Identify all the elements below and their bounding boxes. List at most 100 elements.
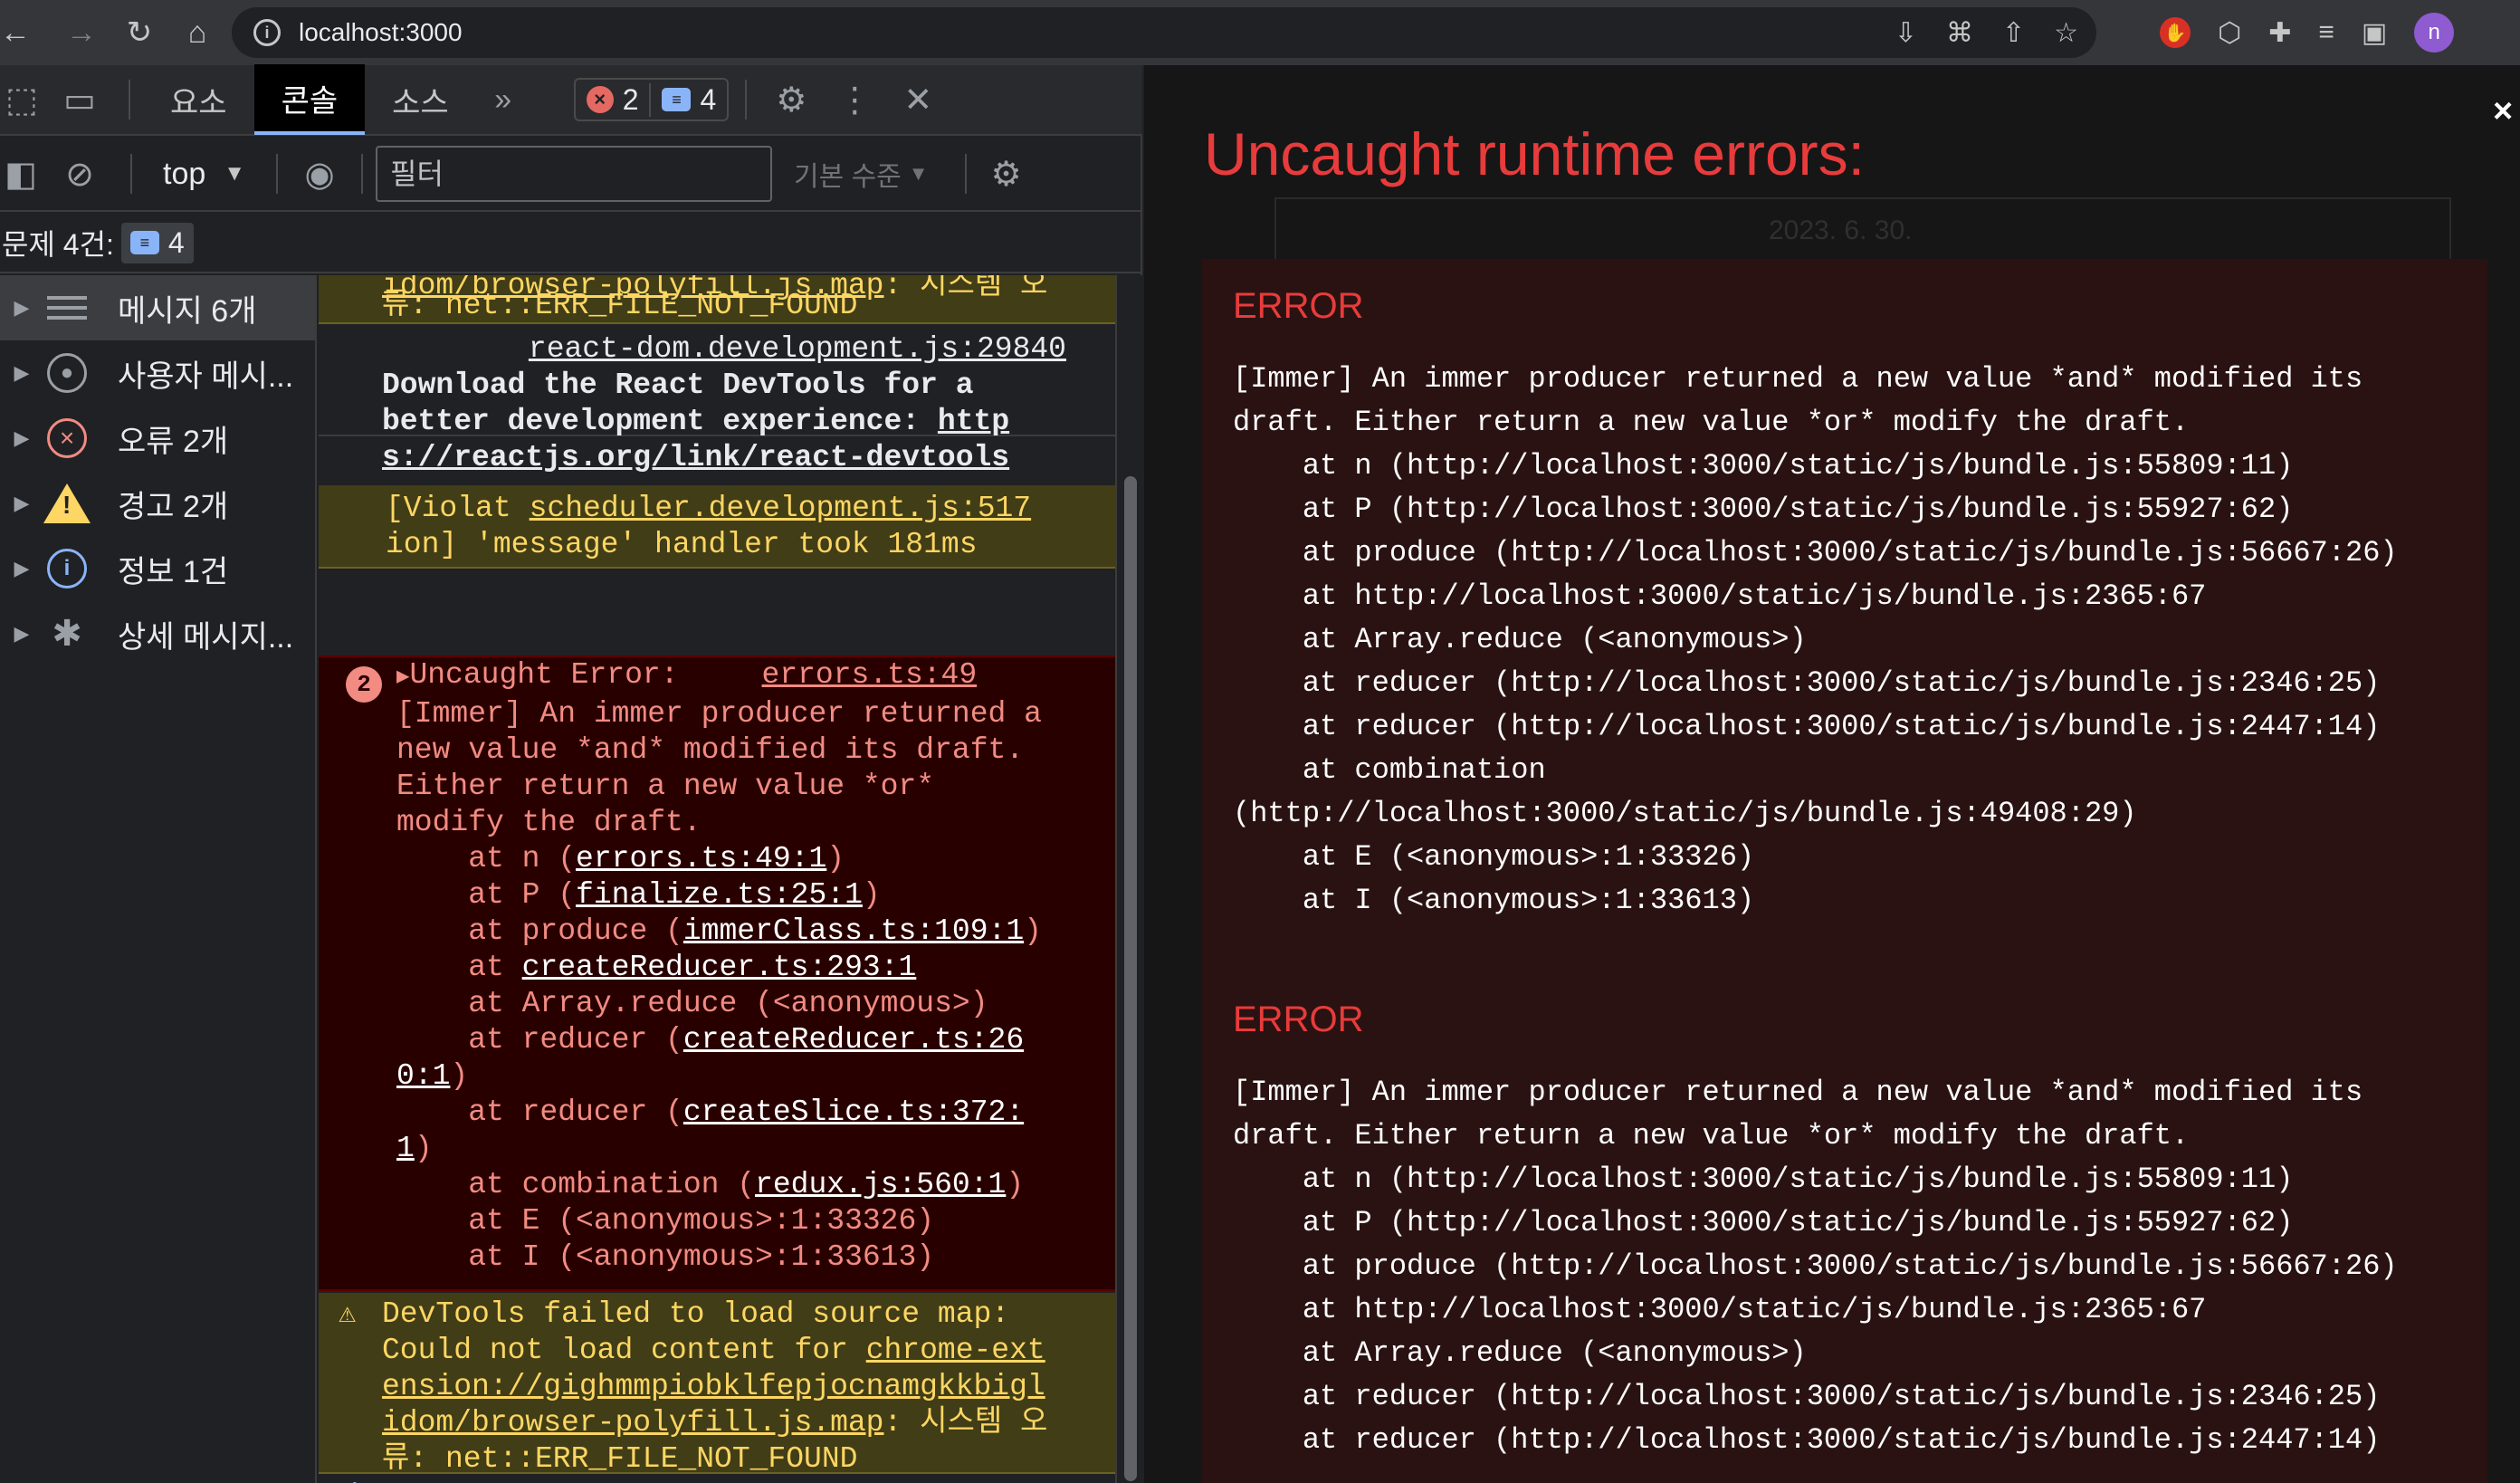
stack-source-link[interactable]: createReducer.ts:293:1 <box>522 951 917 984</box>
url-text[interactable]: localhost:3000 <box>299 18 463 47</box>
inspect-element-icon[interactable]: ⬚ <box>0 80 43 120</box>
extensions-puzzle-icon[interactable]: ✚ <box>2268 17 2291 49</box>
sidebar-item-label: 메시지 6개 <box>118 293 257 329</box>
error-message: [Immer] An immer producer returned a new… <box>1233 1076 2398 1457</box>
expand-arrow-icon[interactable]: ▶ <box>0 426 43 450</box>
address-bar[interactable]: i localhost:3000 ⇩ ⌘ ⇧ ☆ <box>232 7 2096 58</box>
expand-arrow-icon[interactable]: ▶ <box>0 296 43 320</box>
console-output: idom/browser-polyfill.js.map: 시스템 오 류: n… <box>319 275 1115 1483</box>
error-counter[interactable]: × 2 <box>576 83 650 117</box>
context-selector[interactable]: top ▼ <box>145 157 263 192</box>
separator <box>276 154 279 194</box>
tab-sources[interactable]: 소스 <box>365 64 476 135</box>
error-entry: ERROR [Immer] An immer producer returned… <box>1233 1000 2398 1462</box>
react-devtools-link[interactable]: s://reactjs.org/link/react-devtools <box>382 441 1009 474</box>
error-message: [Immer] An immer producer returned a new… <box>1233 362 2398 917</box>
chevron-down-icon: ▼ <box>908 162 929 185</box>
source-link[interactable]: react-dom.development.js:29840 <box>529 332 1066 366</box>
message-counter[interactable]: ≡ 4 <box>649 82 727 117</box>
console-scrollbar[interactable] <box>1115 275 1142 1483</box>
extension-cube-icon[interactable]: ⬡ <box>2218 17 2241 49</box>
device-toolbar-icon[interactable]: ▭ <box>43 80 116 120</box>
stack-source-link[interactable]: createReducer.ts:26 <box>683 1023 1024 1057</box>
stack-source-link[interactable]: 0:1 <box>396 1059 450 1093</box>
separator <box>361 154 364 194</box>
back-icon[interactable]: ← <box>0 0 31 65</box>
more-tabs-icon[interactable]: » <box>476 82 530 118</box>
expand-arrow-icon[interactable]: ▶ <box>0 492 43 515</box>
console-warning-message: idom/browser-polyfill.js.map: 시스템 오 류: n… <box>319 275 1115 324</box>
source-map-link[interactable]: ension://gighmmpiobklfepjocnamgkkbigl <box>382 1370 1045 1403</box>
translate-icon[interactable]: ⌘ <box>1946 17 1973 49</box>
profile-avatar[interactable]: n <box>2414 13 2455 53</box>
source-map-link[interactable]: chrome-ext <box>866 1334 1045 1367</box>
sidebar-toggle-icon[interactable]: ◧ <box>0 154 42 195</box>
error-overlay-panel: ERROR [Immer] An immer producer returned… <box>1202 259 2487 1483</box>
home-icon[interactable]: ⌂ <box>168 0 226 65</box>
console-settings-gear-icon[interactable]: ⚙ <box>979 154 1034 195</box>
stack-source-link[interactable]: errors.ts:49:1 <box>576 842 826 875</box>
tab-console[interactable]: 콘솔 <box>253 64 366 135</box>
settings-gear-icon[interactable]: ⚙ <box>759 80 823 120</box>
stack-frame: at Array.reduce (<anonymous>) <box>396 987 988 1020</box>
sidebar-item-warnings[interactable]: ▶ 경고 2개 <box>0 471 315 536</box>
issues-label: 문제 4건: <box>2 228 114 261</box>
scroll-thumb[interactable] <box>1124 476 1137 1481</box>
more-options-icon[interactable]: ⋮ <box>823 80 886 120</box>
side-panel-icon[interactable]: ▣ <box>2362 17 2387 49</box>
install-app-icon[interactable]: ⇩ <box>1895 17 1917 49</box>
expand-arrow-icon[interactable]: ▶ <box>0 622 43 646</box>
stack-frame: at reducer (createReducer.ts:26 <box>396 1023 1025 1057</box>
console-violation-message: [Violat scheduler.development.js:517 ion]… <box>319 485 1115 569</box>
console-sidebar: ▶ 메시지 6개 ▶ ● 사용자 메시... ▶ × 오류 2개 ▶ 경고 2개… <box>0 275 317 1483</box>
expand-arrow-icon[interactable]: ▶ <box>0 361 43 385</box>
expand-arrow-icon[interactable]: ▶ <box>396 665 409 690</box>
issue-counters[interactable]: × 2 ≡ 4 <box>573 78 730 121</box>
source-link[interactable]: scheduler.development.js:517 <box>530 492 1032 525</box>
stack-frame: 0:1) <box>396 1059 469 1093</box>
media-queue-icon[interactable]: ≡ <box>2318 17 2334 48</box>
share-icon[interactable]: ⇧ <box>2002 17 2025 49</box>
background-date: 2023. 6. 30. <box>1769 215 1913 245</box>
stack-source-link[interactable]: immerClass.ts:109:1 <box>683 914 1024 948</box>
error-heading: ERROR <box>1233 286 1364 326</box>
stack-source-link[interactable]: 1 <box>396 1132 415 1165</box>
bookmark-star-icon[interactable]: ☆ <box>2054 17 2078 49</box>
separator <box>745 80 748 120</box>
stack-source-link[interactable]: finalize.ts:25:1 <box>576 878 863 912</box>
close-devtools-icon[interactable]: ✕ <box>886 80 950 120</box>
sidebar-item-user-messages[interactable]: ▶ ● 사용자 메시... <box>0 340 315 406</box>
issues-chip[interactable]: ≡ 4 <box>120 222 194 263</box>
reload-icon[interactable]: ↻ <box>110 0 168 65</box>
list-icon <box>43 284 91 331</box>
sidebar-item-messages[interactable]: ▶ 메시지 6개 <box>0 275 315 340</box>
source-map-link[interactable]: idom/browser-polyfill.js.map <box>382 1406 884 1440</box>
issues-bar[interactable]: 문제 4건: ≡ 4 <box>0 214 1142 273</box>
stack-frame: at createReducer.ts:293:1 <box>396 951 917 984</box>
stack-frame: at E (<anonymous>:1:33326) <box>396 1204 935 1238</box>
site-info-icon[interactable]: i <box>253 19 281 46</box>
sidebar-item-info[interactable]: ▶ i 정보 1건 <box>0 536 315 601</box>
separator <box>129 80 130 120</box>
stack-source-link[interactable]: createSlice.ts:372: <box>683 1096 1024 1129</box>
sidebar-item-verbose[interactable]: ▶ ✱ 상세 메시지... <box>0 601 315 666</box>
close-icon[interactable]: × <box>2493 92 2513 131</box>
react-devtools-link[interactable]: http <box>938 405 1009 438</box>
devtools-tab-bar: ⬚ ▭ 요소 콘솔 소스 » × 2 ≡ 4 ⚙ ⋮ ✕ <box>0 64 1142 136</box>
live-expression-eye-icon[interactable]: ◉ <box>291 154 348 195</box>
stack-frame: at I (<anonymous>:1:33613) <box>396 1240 935 1274</box>
tab-elements[interactable]: 요소 <box>143 64 254 135</box>
clear-console-icon[interactable]: ⊘ <box>42 154 118 195</box>
console-info-message: react-dom.development.js:29840 Download … <box>319 326 1115 474</box>
sidebar-item-errors[interactable]: ▶ × 오류 2개 <box>0 406 315 471</box>
stack-source-link[interactable]: redux.js:560:1 <box>755 1168 1006 1201</box>
stack-frame: at combination (redux.js:560:1) <box>396 1168 1025 1201</box>
stack-frame: at reducer (createSlice.ts:372: <box>396 1096 1025 1129</box>
log-level-selector[interactable]: 기본 수준 ▼ <box>794 154 929 194</box>
extension-stop-icon[interactable]: ✋ <box>2160 17 2191 48</box>
filter-input[interactable] <box>376 146 773 202</box>
source-link[interactable]: errors.ts:49 <box>762 658 978 692</box>
forward-icon[interactable]: → <box>52 0 110 65</box>
console-prompt[interactable]: › <box>319 1472 1115 1483</box>
expand-arrow-icon[interactable]: ▶ <box>0 557 43 580</box>
